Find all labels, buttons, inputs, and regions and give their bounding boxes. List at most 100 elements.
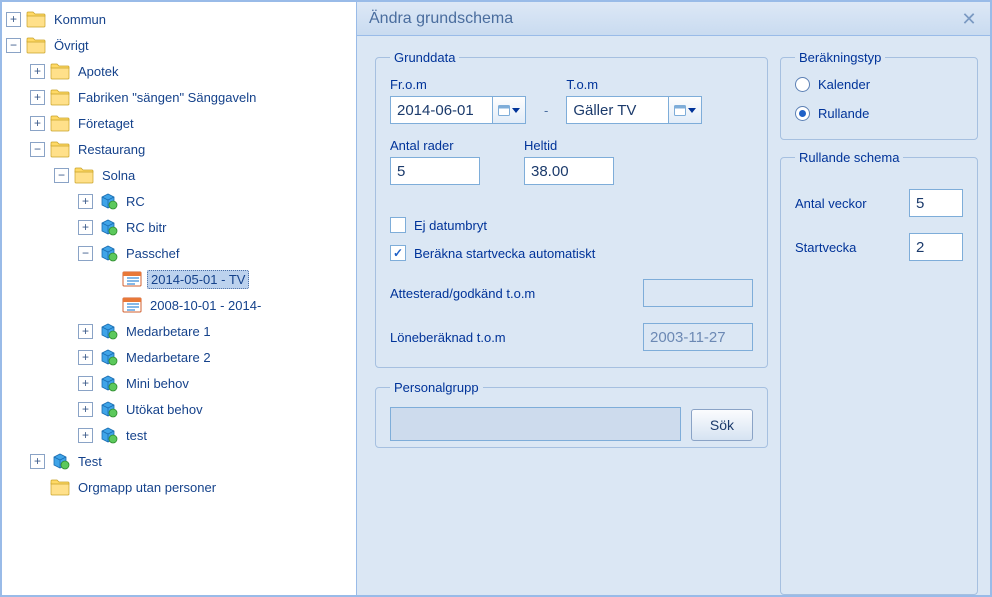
- folder-icon: [50, 114, 70, 132]
- collapse-icon[interactable]: −: [30, 142, 45, 157]
- radio-icon[interactable]: [795, 77, 810, 92]
- tree-node-apotek[interactable]: + Apotek: [30, 58, 356, 84]
- radio-rullande[interactable]: Rullande: [795, 106, 963, 121]
- folder-icon: [50, 88, 70, 106]
- personalgrupp-input[interactable]: [390, 407, 681, 441]
- expand-icon[interactable]: +: [30, 90, 45, 105]
- to-date-input[interactable]: [566, 96, 668, 124]
- expand-icon[interactable]: +: [78, 324, 93, 339]
- tree-node-passchef[interactable]: − Passchef: [78, 240, 356, 266]
- from-date-picker[interactable]: [390, 96, 526, 124]
- expand-icon[interactable]: +: [78, 194, 93, 209]
- tree-label: Utökat behov: [123, 401, 206, 418]
- tree-node-medarbetare-1[interactable]: + Medarbetare 1: [78, 318, 356, 344]
- tree-node-medarbetare-2[interactable]: + Medarbetare 2: [78, 344, 356, 370]
- expand-icon[interactable]: +: [78, 350, 93, 365]
- tree-label: Solna: [99, 167, 138, 184]
- calendar-dropdown-button[interactable]: [668, 96, 702, 124]
- tree-node-test-solna[interactable]: + test: [78, 422, 356, 448]
- collapse-icon[interactable]: −: [54, 168, 69, 183]
- tree-node-fabriken[interactable]: + Fabriken "sängen" Sänggaveln: [30, 84, 356, 110]
- search-button[interactable]: Sök: [691, 409, 753, 441]
- tree-label: Medarbetare 2: [123, 349, 214, 366]
- chevron-down-icon: [688, 108, 696, 113]
- expand-icon[interactable]: +: [30, 454, 45, 469]
- radio-checked-icon[interactable]: [795, 106, 810, 121]
- tree-label: Mini behov: [123, 375, 192, 392]
- tree-label: Passchef: [123, 245, 182, 262]
- tree-label: Apotek: [75, 63, 121, 80]
- antal-rader-input[interactable]: [390, 157, 480, 185]
- tree-label: Medarbetare 1: [123, 323, 214, 340]
- cube-icon: [98, 400, 118, 418]
- tree-node-utokat-behov[interactable]: + Utökat behov: [78, 396, 356, 422]
- folder-open-icon: [74, 166, 94, 184]
- from-label: Fr.o.m: [390, 77, 526, 92]
- tree-node-restaurang[interactable]: − Restaurang: [30, 136, 356, 162]
- schedule-dialog: Ändra grundschema ✕ Grunddata Fr.o.m: [357, 2, 990, 595]
- cube-icon: [98, 426, 118, 444]
- spacer: +: [102, 298, 117, 313]
- expand-icon[interactable]: +: [78, 220, 93, 235]
- groupbox-rullande-schema: Rullande schema Antal veckor Startvecka: [780, 150, 978, 595]
- expand-icon[interactable]: +: [30, 116, 45, 131]
- expand-icon[interactable]: +: [78, 402, 93, 417]
- tree-node-solna[interactable]: − Solna: [54, 162, 356, 188]
- spacer: +: [102, 272, 117, 287]
- calendar-icon: [122, 270, 142, 288]
- tree-node-orgmapp[interactable]: + Orgmapp utan personer: [30, 474, 356, 500]
- close-icon[interactable]: ✕: [958, 8, 980, 30]
- checkbox-checked-icon[interactable]: ✓: [390, 245, 406, 261]
- tree-node-test-top[interactable]: + Test: [30, 448, 356, 474]
- checkbox-icon[interactable]: [390, 217, 406, 233]
- tree-label: Fabriken "sängen" Sänggaveln: [75, 89, 259, 106]
- loneberaknad-value: [643, 323, 753, 351]
- folder-open-icon: [26, 36, 46, 54]
- radio-kalender[interactable]: Kalender: [795, 77, 963, 92]
- expand-icon[interactable]: +: [30, 64, 45, 79]
- tree-node-foretaget[interactable]: + Företaget: [30, 110, 356, 136]
- tree-node-ovrigt[interactable]: − Övrigt: [6, 32, 356, 58]
- to-date-picker[interactable]: [566, 96, 702, 124]
- dialog-title: Ändra grundschema: [357, 2, 990, 36]
- rullande-schema-legend: Rullande schema: [795, 150, 903, 165]
- tree-node-schedule-1[interactable]: + 2014-05-01 - TV: [102, 266, 356, 292]
- ej-datumbryt-checkbox[interactable]: Ej datumbryt: [390, 217, 753, 233]
- expand-icon[interactable]: +: [78, 428, 93, 443]
- tree-node-rc[interactable]: + RC: [78, 188, 356, 214]
- chevron-down-icon: [512, 108, 520, 113]
- calendar-mini-icon: [498, 104, 510, 116]
- calendar-mini-icon: [674, 104, 686, 116]
- tree-label: Test: [75, 453, 105, 470]
- berakna-auto-checkbox[interactable]: ✓ Beräkna startvecka automatiskt: [390, 245, 753, 261]
- tree-node-mini-behov[interactable]: + Mini behov: [78, 370, 356, 396]
- tree-label: RC bitr: [123, 219, 169, 236]
- cube-icon: [98, 244, 118, 262]
- tree-node-schedule-2[interactable]: + 2008-10-01 - 2014-: [102, 292, 356, 318]
- range-separator: -: [544, 103, 548, 118]
- heltid-input[interactable]: [524, 157, 614, 185]
- ej-datumbryt-label: Ej datumbryt: [414, 218, 487, 233]
- groupbox-personalgrupp: Personalgrupp Sök: [375, 380, 768, 448]
- rullande-label: Rullande: [818, 106, 869, 121]
- startvecka-input[interactable]: [909, 233, 963, 261]
- spacer: +: [30, 480, 45, 495]
- calendar-dropdown-button[interactable]: [492, 96, 526, 124]
- collapse-icon[interactable]: −: [78, 246, 93, 261]
- from-date-input[interactable]: [390, 96, 492, 124]
- antal-veckor-input[interactable]: [909, 189, 963, 217]
- expand-icon[interactable]: +: [6, 12, 21, 27]
- cube-icon: [98, 192, 118, 210]
- tree-node-rc-bitr[interactable]: + RC bitr: [78, 214, 356, 240]
- tree-label-selected: 2014-05-01 - TV: [147, 270, 249, 289]
- attesterad-value: [643, 279, 753, 307]
- antal-rader-label: Antal rader: [390, 138, 480, 153]
- startvecka-label: Startvecka: [795, 240, 897, 255]
- cube-icon: [98, 218, 118, 236]
- loneberaknad-label: Löneberäknad t.o.m: [390, 330, 631, 345]
- tree-node-kommun[interactable]: + Kommun: [6, 6, 356, 32]
- expand-icon[interactable]: +: [78, 376, 93, 391]
- calendar-icon: [122, 296, 142, 314]
- folder-icon: [26, 10, 46, 28]
- collapse-icon[interactable]: −: [6, 38, 21, 53]
